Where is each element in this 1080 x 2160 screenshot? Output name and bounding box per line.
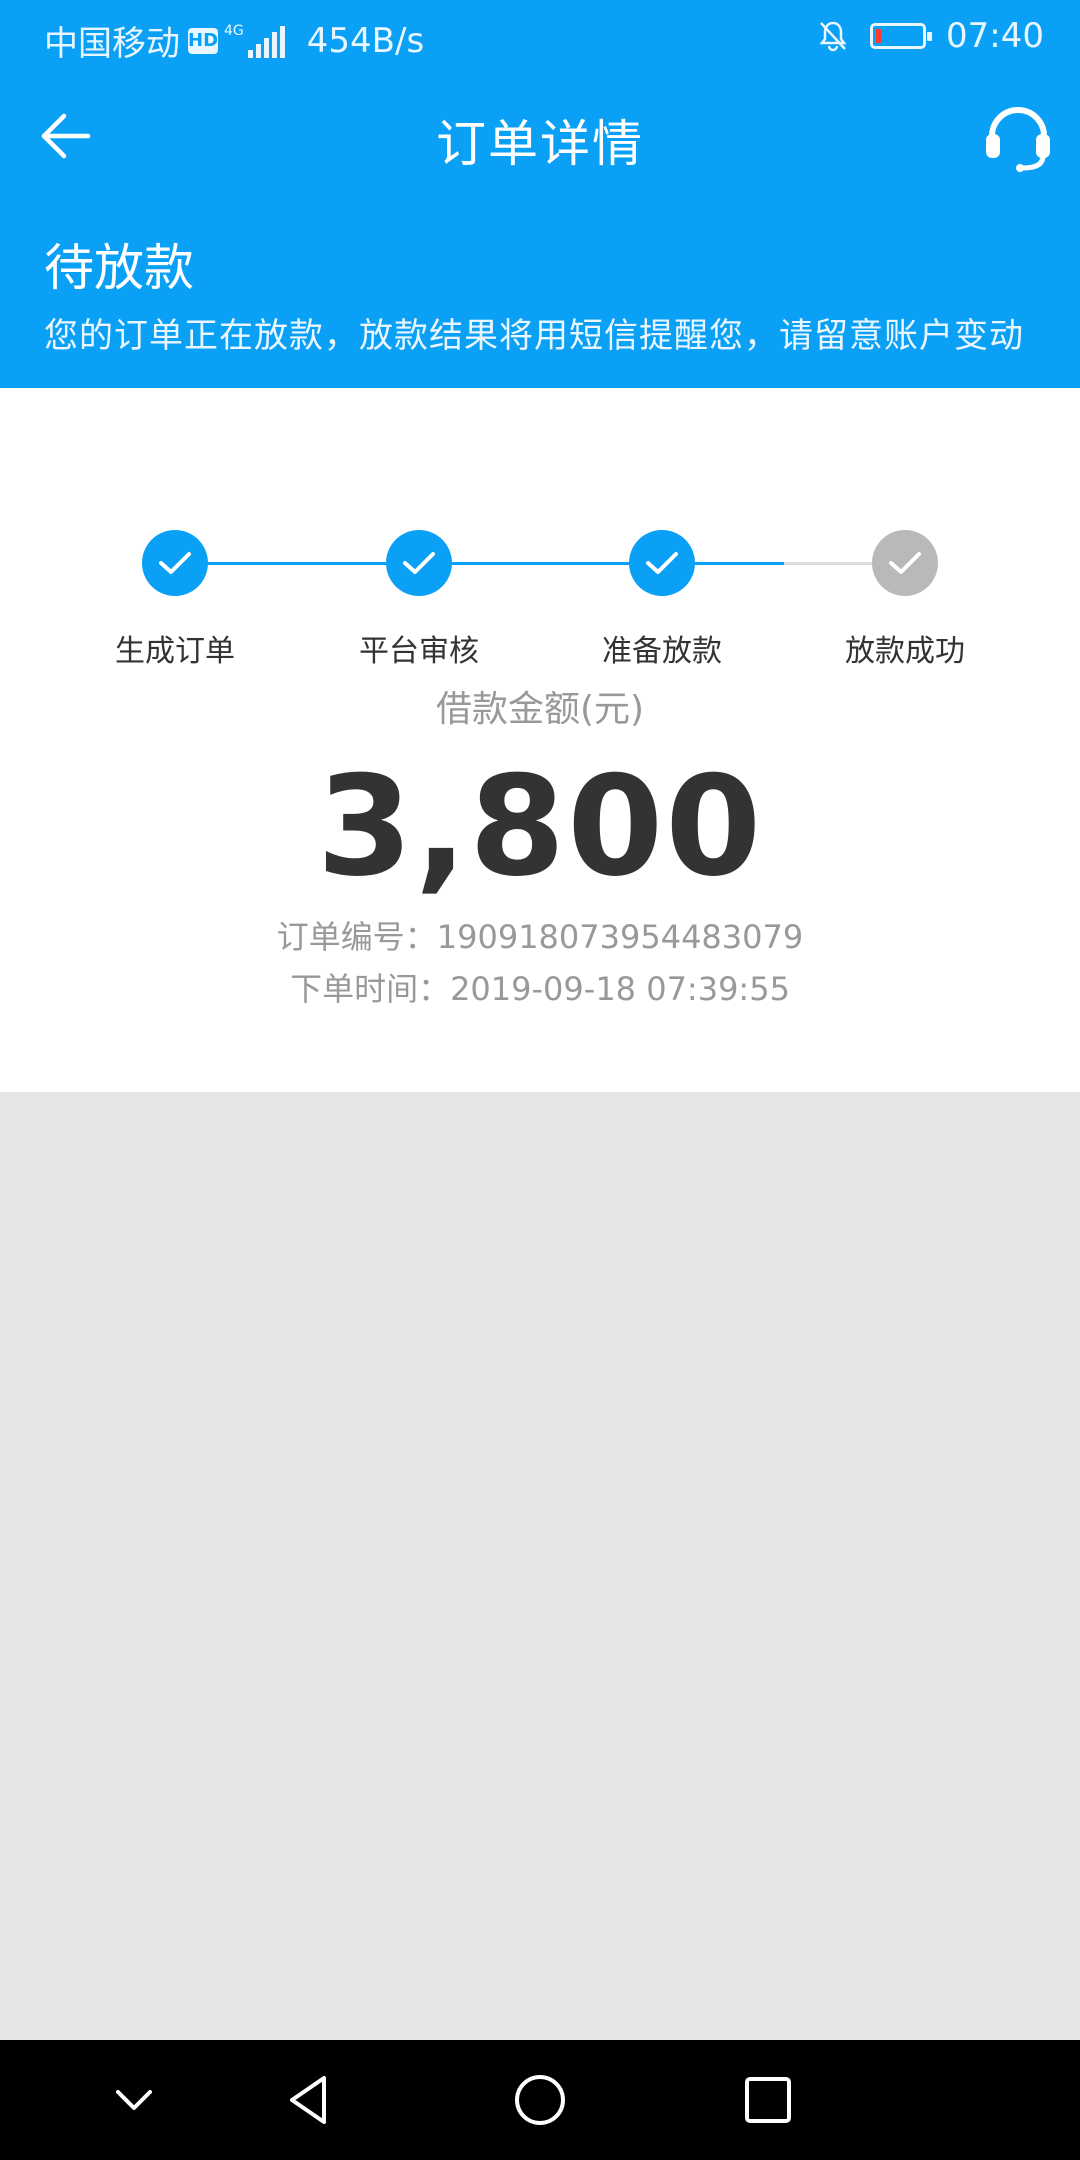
order-time: 下单时间：2019-09-18 07:39:55 [290, 970, 790, 1008]
clock: 07:40 [946, 16, 1044, 56]
step-label: 平台审核 [359, 634, 479, 669]
network-type: 4G [224, 22, 244, 39]
status-bar: 中国移动 HD 4G 454B/s 07:40 [0, 0, 1080, 72]
chevron-down-icon [116, 2090, 152, 2110]
step-done-icon [386, 530, 452, 596]
step-connector [297, 562, 386, 565]
step-label: 放款成功 [845, 634, 965, 669]
order-status-title: 待放款 [44, 239, 194, 297]
page-title: 订单详情 [436, 115, 644, 173]
order-card: 生成订单 平台审核 准备放款 放款成功 借款金额(元) 3,800 订单编号：1… [0, 388, 1080, 1092]
hide-nav-button[interactable] [104, 2070, 164, 2130]
step-connector [452, 562, 541, 565]
step-done-icon [142, 530, 208, 596]
battery-icon [870, 23, 933, 49]
app-toolbar: 订单详情 [0, 96, 1080, 176]
loan-amount: 3,800 [316, 746, 764, 907]
step-pending-icon [872, 530, 938, 596]
headset-icon [986, 107, 1050, 172]
system-recents-button[interactable] [738, 2070, 798, 2130]
step-connector [541, 562, 630, 565]
system-navigation-bar [0, 2040, 1080, 2160]
mute-bell-icon [819, 21, 847, 52]
home-circle-icon [515, 2075, 565, 2125]
header-panel: 中国移动 HD 4G 454B/s 07:40 订单详情 待放款 您的订单正在放… [0, 0, 1080, 388]
signal-icon: 4G [224, 24, 285, 58]
system-back-button[interactable] [280, 2070, 340, 2130]
progress-steps: 生成订单 平台审核 准备放款 放款成功 [0, 458, 1080, 669]
order-status-description: 您的订单正在放款，放款结果将用短信提醒您，请留意账户变动 [44, 316, 1024, 356]
system-home-button[interactable] [510, 2070, 570, 2130]
step-connector [208, 562, 297, 565]
network-speed: 454B/s [306, 20, 425, 61]
step-connector [695, 562, 784, 565]
customer-service-button[interactable] [980, 100, 1056, 172]
step-label: 生成订单 [115, 634, 235, 669]
order-number: 订单编号：190918073954483079 [276, 918, 804, 956]
step-connector [784, 562, 873, 565]
step-done-icon [629, 530, 695, 596]
loan-amount-label: 借款金额(元) [435, 689, 645, 730]
back-triangle-icon [290, 2076, 326, 2124]
hd-badge: HD [188, 27, 218, 54]
recents-square-icon [745, 2077, 791, 2123]
carrier-name: 中国移动 [44, 24, 180, 64]
step-label: 准备放款 [602, 634, 722, 669]
